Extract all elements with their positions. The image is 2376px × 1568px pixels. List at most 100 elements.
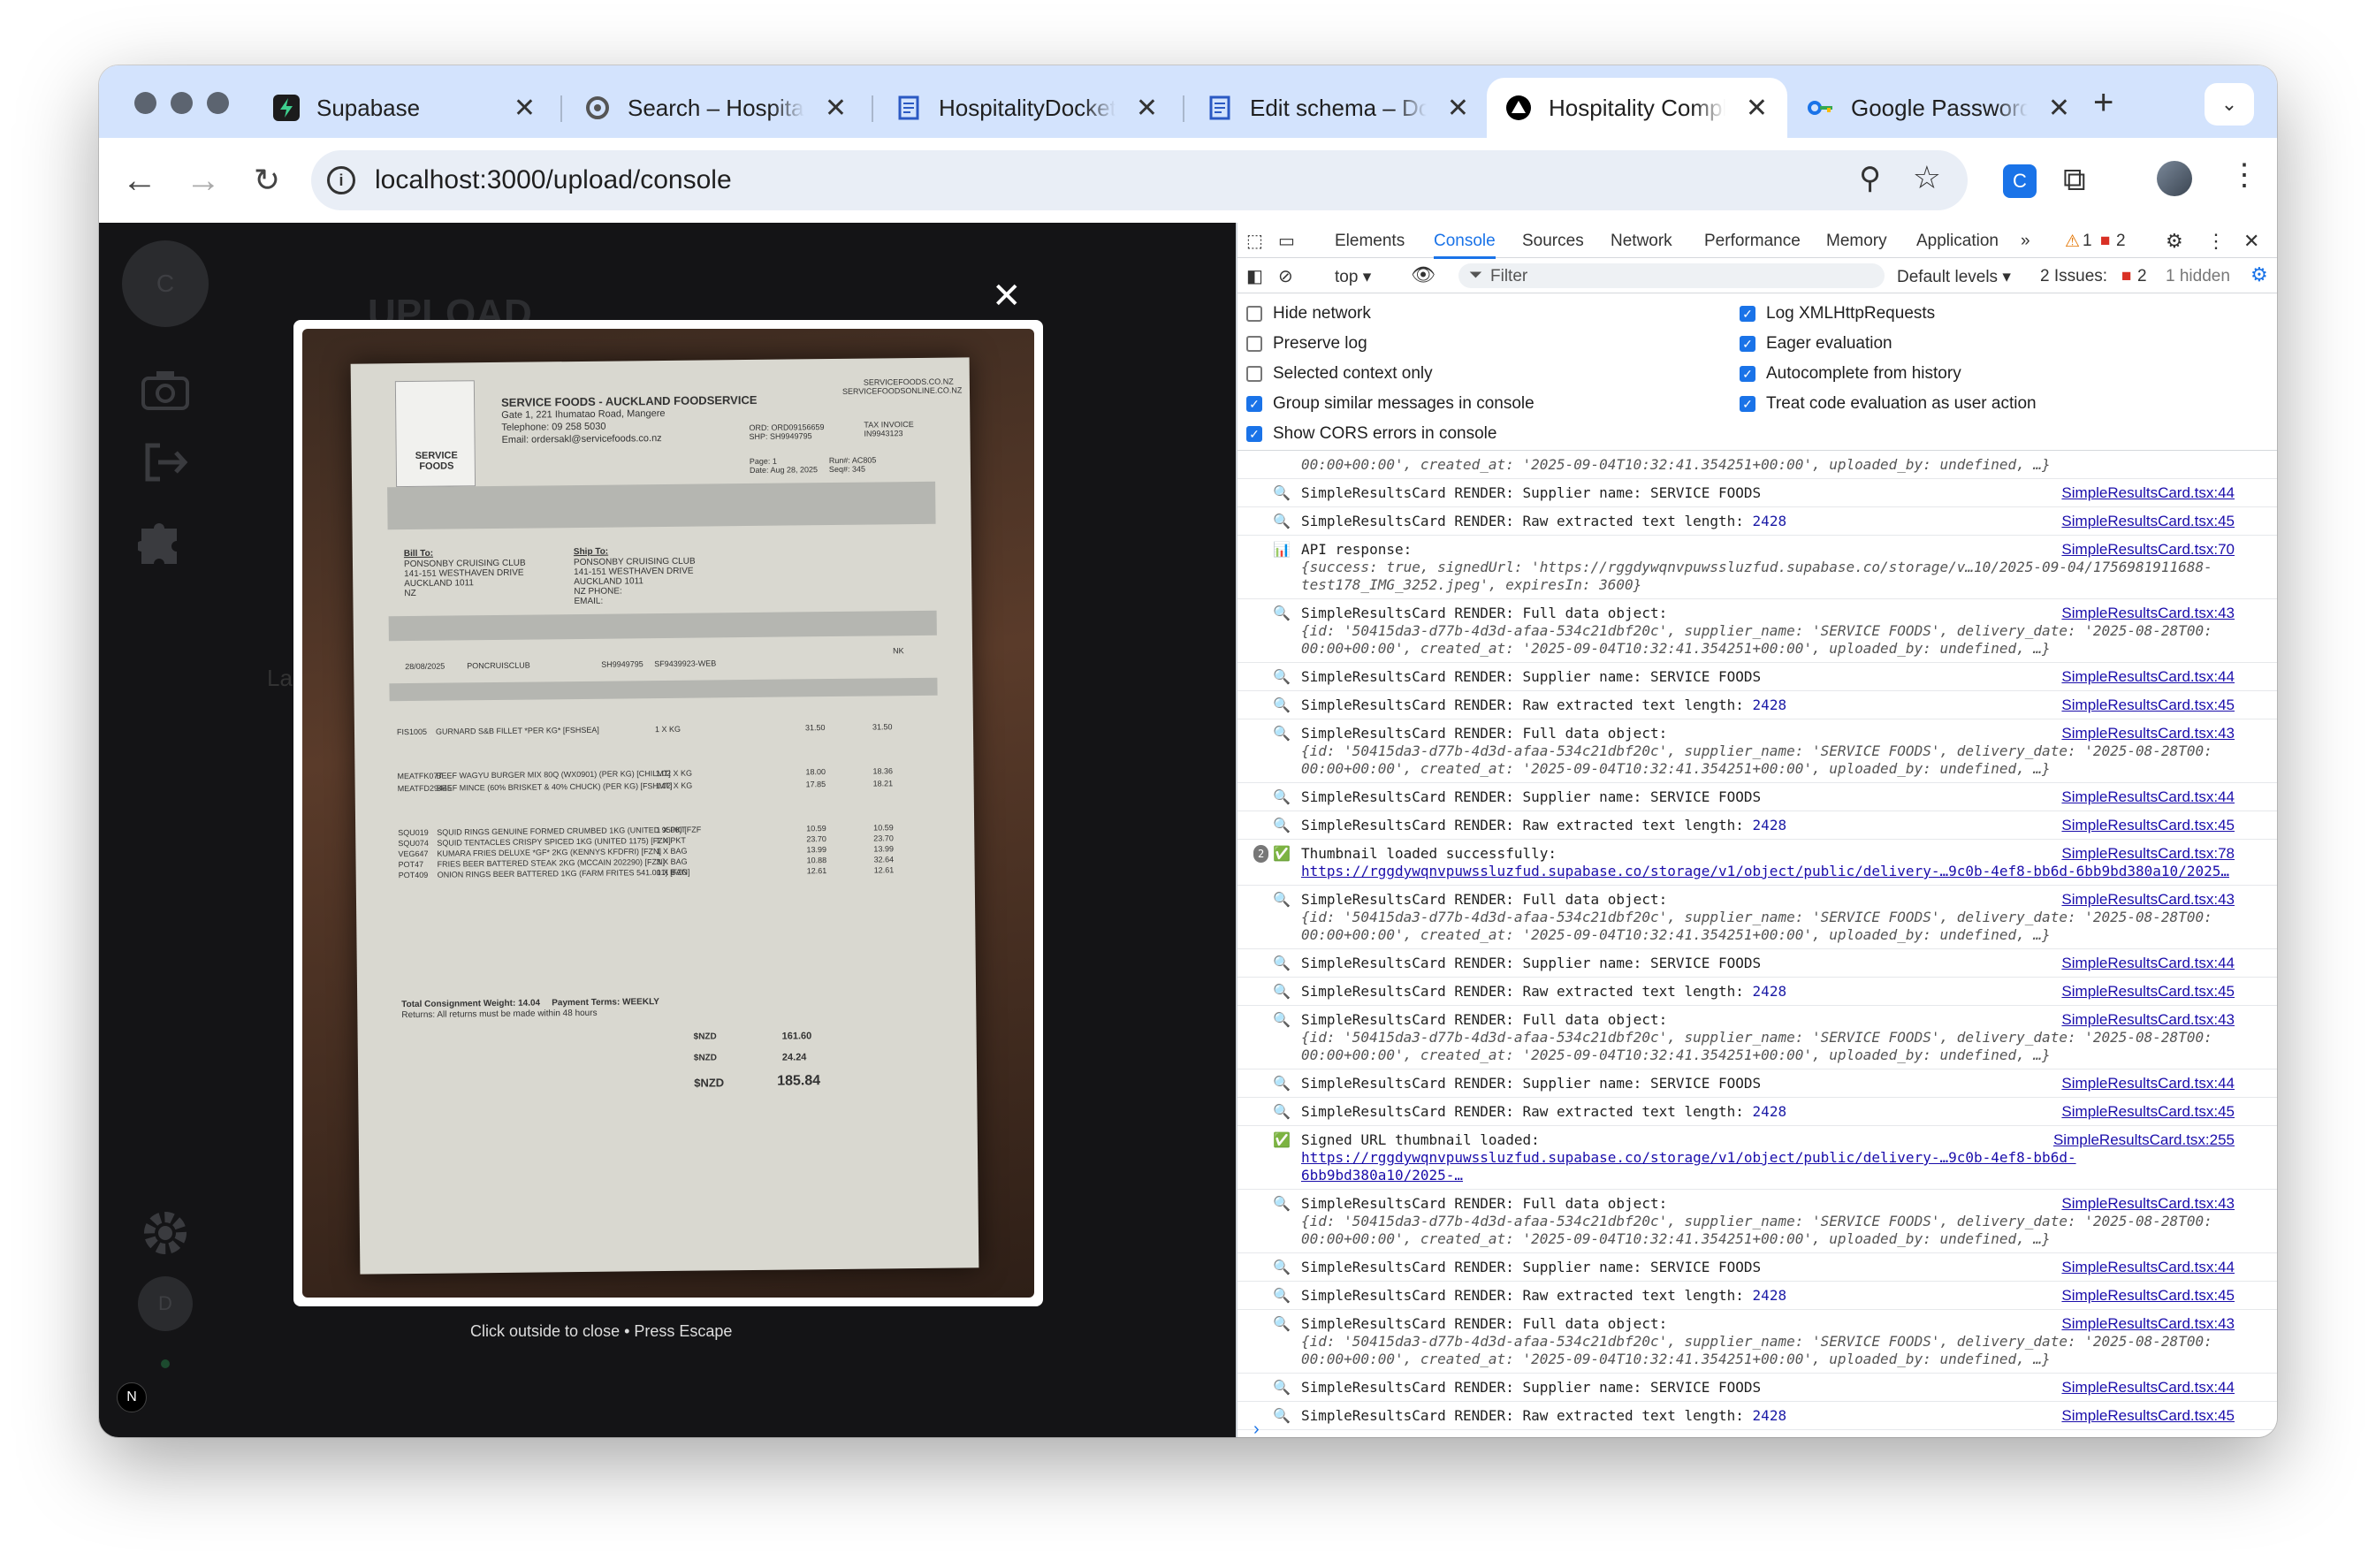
profile-avatar[interactable] xyxy=(2157,161,2192,196)
tab-supabase[interactable]: Supabase ✕ xyxy=(255,78,555,138)
logout-icon[interactable] xyxy=(136,433,194,491)
source-link[interactable]: SimpleResultsCard.tsx:45 xyxy=(2061,513,2235,530)
close-tab-icon[interactable]: ✕ xyxy=(1447,93,1469,124)
zoom-window-button[interactable] xyxy=(207,92,229,114)
source-link[interactable]: SimpleResultsCard.tsx:44 xyxy=(2061,1259,2235,1276)
checkbox-checked-icon[interactable]: ✓ xyxy=(1246,426,1262,442)
tab-sources[interactable]: Sources xyxy=(1522,232,1584,251)
source-link[interactable]: SimpleResultsCard.tsx:44 xyxy=(2061,955,2235,972)
bookmark-star-icon[interactable]: ☆ xyxy=(1913,159,1941,196)
nextjs-badge[interactable]: N xyxy=(117,1382,147,1412)
tab-password-manager[interactable]: Google Password Manager ✕ xyxy=(1789,78,2090,138)
source-link[interactable]: SimpleResultsCard.tsx:44 xyxy=(2061,1075,2235,1092)
source-link[interactable]: SimpleResultsCard.tsx:78 xyxy=(2061,845,2235,863)
close-tab-icon[interactable]: ✕ xyxy=(2048,93,2070,124)
warning-icon[interactable]: ⚠ xyxy=(2065,232,2080,252)
source-link[interactable]: SimpleResultsCard.tsx:44 xyxy=(2061,788,2235,806)
tab-search[interactable]: Search – Hospitality ✕ xyxy=(566,78,866,138)
close-devtools-icon[interactable]: ✕ xyxy=(2243,230,2259,253)
source-link[interactable]: SimpleResultsCard.tsx:45 xyxy=(2061,696,2235,714)
tab-network[interactable]: Network xyxy=(1611,232,1672,251)
settings-gear-icon[interactable]: ⚙ xyxy=(2166,230,2183,253)
source-link[interactable]: SimpleResultsCard.tsx:45 xyxy=(2061,983,2235,1001)
source-link[interactable]: SimpleResultsCard.tsx:255 xyxy=(2053,1131,2235,1149)
log-levels-select[interactable]: Default levels ▾ xyxy=(1897,267,2011,287)
checkbox-checked-icon[interactable]: ✓ xyxy=(1740,366,1755,382)
checkbox-unchecked-icon[interactable] xyxy=(1246,366,1262,382)
source-link[interactable]: SimpleResultsCard.tsx:45 xyxy=(2061,1103,2235,1121)
setting-checkbox[interactable]: ✓ Eager evaluation xyxy=(1740,334,1892,354)
source-link[interactable]: SimpleResultsCard.tsx:45 xyxy=(2061,817,2235,834)
checkbox-checked-icon[interactable]: ✓ xyxy=(1740,306,1755,322)
close-window-button[interactable] xyxy=(134,92,156,114)
clear-console-icon[interactable]: ⊘ xyxy=(1278,265,1293,287)
checkbox-unchecked-icon[interactable] xyxy=(1246,336,1262,352)
source-link[interactable]: SimpleResultsCard.tsx:43 xyxy=(2061,725,2235,742)
source-link[interactable]: SimpleResultsCard.tsx:43 xyxy=(2061,1315,2235,1333)
checkbox-checked-icon[interactable]: ✓ xyxy=(1740,396,1755,412)
source-link[interactable]: SimpleResultsCard.tsx:44 xyxy=(2061,484,2235,502)
address-bar[interactable]: i localhost:3000/upload/console ⚲ ☆ xyxy=(311,150,1968,210)
url-text[interactable]: localhost:3000/upload/console xyxy=(375,165,732,195)
more-tabs-icon[interactable]: » xyxy=(2021,232,2030,251)
avatar[interactable]: C xyxy=(122,240,209,327)
tab-hospitality-compliance[interactable]: Hospitality Compliance ✕ xyxy=(1487,78,1787,138)
source-link[interactable]: SimpleResultsCard.tsx:43 xyxy=(2061,605,2235,622)
tab-memory[interactable]: Memory xyxy=(1826,232,1887,251)
tab-application[interactable]: Application xyxy=(1916,232,1999,251)
checkbox-unchecked-icon[interactable] xyxy=(1246,306,1262,322)
setting-checkbox[interactable]: Hide network xyxy=(1246,304,1371,323)
live-expression-eye-icon[interactable]: 👁 xyxy=(1411,263,1436,286)
source-link[interactable]: SimpleResultsCard.tsx:45 xyxy=(2061,1407,2235,1425)
close-tab-icon[interactable]: ✕ xyxy=(825,93,847,124)
avatar[interactable]: D xyxy=(138,1276,193,1331)
inspect-element-icon[interactable]: ⬚ xyxy=(1246,230,1263,252)
setting-checkbox[interactable]: ✓ Treat code evaluation as user action xyxy=(1740,394,2037,414)
tab-console[interactable]: Console xyxy=(1434,232,1496,259)
close-modal-button[interactable]: ✕ xyxy=(992,276,1022,316)
issues-label[interactable]: 2 Issues: xyxy=(2040,267,2107,286)
back-icon[interactable]: ← xyxy=(118,159,161,202)
source-link[interactable]: SimpleResultsCard.tsx:43 xyxy=(2061,1195,2235,1213)
close-tab-icon[interactable]: ✕ xyxy=(1746,93,1768,124)
source-link[interactable]: SimpleResultsCard.tsx:70 xyxy=(2061,541,2235,559)
minimize-window-button[interactable] xyxy=(171,92,193,114)
more-kebab-icon[interactable]: ⋮ xyxy=(2206,230,2226,253)
source-link[interactable]: SimpleResultsCard.tsx:43 xyxy=(2061,891,2235,909)
source-link[interactable]: SimpleResultsCard.tsx:45 xyxy=(2061,1287,2235,1305)
close-tab-icon[interactable]: ✕ xyxy=(1136,93,1158,124)
context-select[interactable]: top ▾ xyxy=(1335,267,1371,287)
checkbox-checked-icon[interactable]: ✓ xyxy=(1740,336,1755,352)
source-link[interactable]: SimpleResultsCard.tsx:43 xyxy=(2061,1011,2235,1029)
extension-icon[interactable]: C xyxy=(2003,164,2037,198)
close-tab-icon[interactable]: ✕ xyxy=(514,93,536,124)
camera-icon[interactable] xyxy=(136,361,194,419)
checkbox-checked-icon[interactable]: ✓ xyxy=(1246,396,1262,412)
forward-icon[interactable]: → xyxy=(182,159,225,202)
setting-checkbox[interactable]: ✓ Show CORS errors in console xyxy=(1246,424,1496,444)
setting-checkbox[interactable]: Preserve log xyxy=(1246,334,1367,354)
zoom-icon[interactable]: ⚲ xyxy=(1859,161,1881,196)
puzzle-icon[interactable] xyxy=(136,509,194,567)
setting-checkbox[interactable]: Selected context only xyxy=(1246,364,1433,384)
device-toolbar-icon[interactable]: ▭ xyxy=(1278,230,1295,252)
console-settings-gear-icon[interactable]: ⚙ xyxy=(2250,263,2268,286)
settings-gear-icon[interactable] xyxy=(136,1204,194,1262)
console-prompt-icon[interactable]: › xyxy=(1253,1420,1260,1437)
menu-kebab-icon[interactable]: ⋮ xyxy=(2229,157,2259,193)
source-link[interactable]: SimpleResultsCard.tsx:44 xyxy=(2061,668,2235,686)
source-link[interactable]: SimpleResultsCard.tsx:44 xyxy=(2061,1379,2235,1397)
filter-input[interactable]: ⏷ Filter xyxy=(1458,263,1885,288)
site-info-icon[interactable]: i xyxy=(327,166,355,194)
setting-checkbox[interactable]: ✓ Group similar messages in console xyxy=(1246,394,1534,414)
log-url[interactable]: https://rggdywqnvpuwssluzfud.supabase.co… xyxy=(1301,1149,2076,1184)
tab-elements[interactable]: Elements xyxy=(1335,232,1405,251)
error-icon[interactable]: ■ xyxy=(2100,232,2110,251)
setting-checkbox[interactable]: ✓ Log XMLHttpRequests xyxy=(1740,304,1935,323)
sidebar-toggle-icon[interactable]: ◧ xyxy=(1246,265,1263,287)
log-url[interactable]: https://rggdywqnvpuwssluzfud.supabase.co… xyxy=(1301,863,2229,879)
new-tab-button[interactable]: + xyxy=(2093,83,2113,123)
tab-search-dropdown-icon[interactable]: ⌄ xyxy=(2205,83,2254,126)
tab-hospitality-docket[interactable]: HospitalityDocket ✕ xyxy=(877,78,1177,138)
tab-edit-schema[interactable]: Edit schema – Docs ✕ xyxy=(1188,78,1489,138)
